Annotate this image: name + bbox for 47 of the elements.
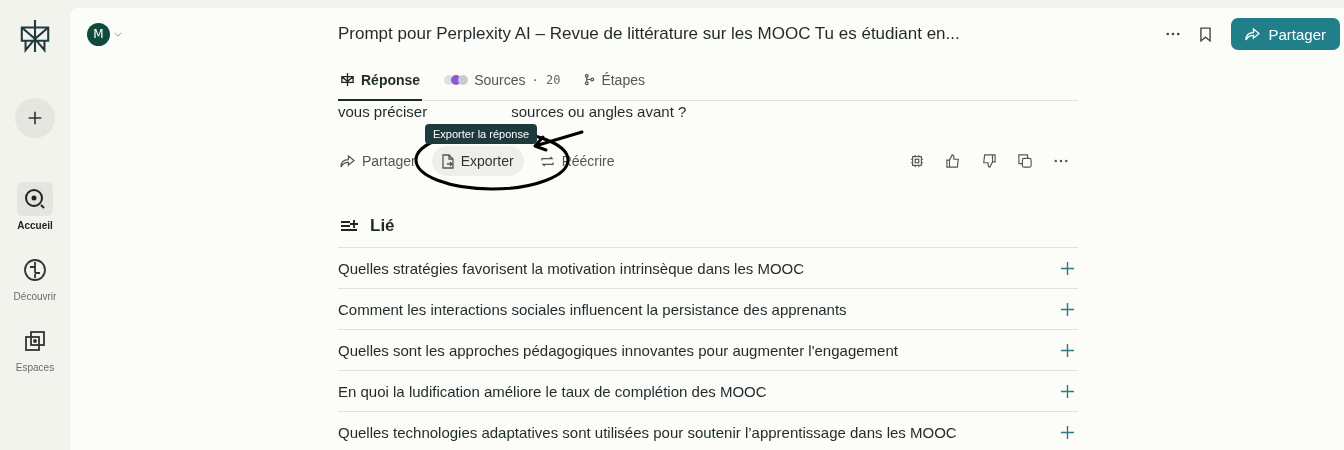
thumbs-down-icon[interactable]: [982, 154, 996, 168]
plus-icon: [1061, 302, 1074, 316]
sidebar-label: Découvrir: [13, 291, 57, 302]
hand-drawn-arrow: [532, 130, 584, 152]
more-icon[interactable]: [1166, 32, 1181, 36]
source-favicons-icon: [444, 74, 469, 85]
new-thread-button[interactable]: [15, 98, 55, 138]
copy-icon[interactable]: [1018, 154, 1032, 168]
user-avatar[interactable]: M: [87, 22, 110, 46]
share-button[interactable]: Partager: [1231, 18, 1340, 50]
tab[interactable]: Sources · 20: [442, 60, 563, 101]
answer-text: vous préciser: [338, 103, 428, 120]
branch-icon: [584, 73, 596, 86]
tab[interactable]: Réponse: [338, 60, 423, 101]
action-button[interactable]: Exporter: [431, 146, 524, 176]
related-question[interactable]: Quelles sont les approches pédagogiques innovantes pour augmenter l'engagement: [338, 329, 1078, 370]
plus-icon: [1061, 343, 1074, 357]
more-icon[interactable]: [1054, 159, 1068, 163]
sidebar-label: Accueil: [17, 220, 53, 231]
chip-icon[interactable]: [910, 154, 924, 168]
related-question[interactable]: Quelles technologies adaptatives sont utilisées pour soutenir l’apprentissage dans les MOOC: [338, 411, 1078, 450]
plus-icon: [26, 109, 44, 127]
logo-icon[interactable]: [18, 18, 52, 54]
file-export-icon: [441, 153, 454, 169]
related-question[interactable]: En quoi la ludification améliore le taux de complétion des MOOC: [338, 370, 1078, 411]
list-plus-icon: [340, 219, 358, 233]
share-arrow-icon: [340, 154, 355, 168]
action-button[interactable]: Partager: [338, 146, 426, 176]
bookmark-icon[interactable]: [1200, 26, 1212, 42]
plus-icon: [1061, 425, 1074, 439]
squares-icon: [23, 329, 47, 353]
sidebar-tab[interactable]: [17, 182, 53, 216]
plus-icon: [1061, 261, 1074, 275]
thread-title: Prompt pour Perplexity AI – Revue de littérature sur les MOOC Tu es étudiant en...: [338, 24, 961, 44]
answer-text: sources ou angles avant ?: [511, 103, 687, 120]
logo-icon: [340, 72, 355, 87]
thumbs-up-icon[interactable]: [946, 154, 960, 168]
search-icon: [23, 187, 47, 211]
share-arrow-icon: [1245, 27, 1261, 41]
related-question[interactable]: Quelles stratégies favorisent la motivation intrinsèque dans les MOOC: [338, 247, 1078, 288]
related-question[interactable]: Comment les interactions sociales influencent la persistance des apprenants: [338, 288, 1078, 329]
repeat-icon: [539, 154, 555, 168]
tab[interactable]: Étapes: [582, 60, 647, 101]
tooltip: Exporter la réponse: [425, 124, 537, 144]
section-heading: Lié: [370, 216, 395, 236]
plus-icon: [1061, 384, 1074, 398]
sidebar-label: Espaces: [15, 362, 55, 373]
